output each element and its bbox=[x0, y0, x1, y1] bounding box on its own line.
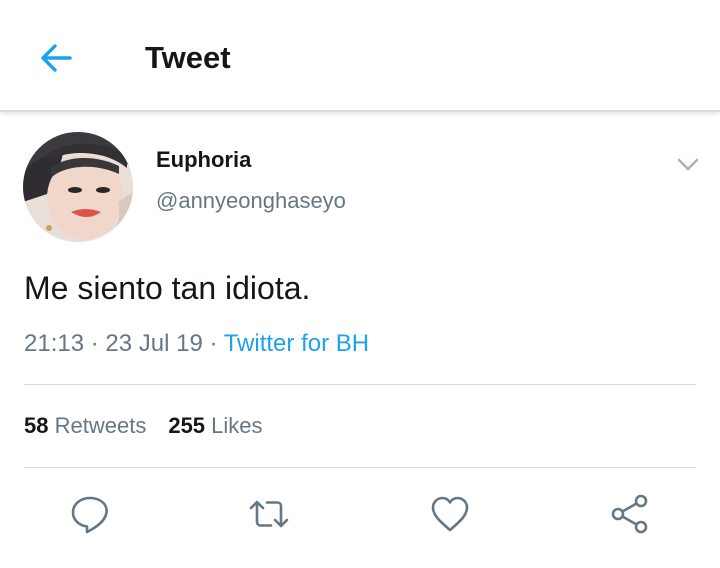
retweet-icon bbox=[249, 500, 289, 528]
top-app-bar: Tweet bbox=[0, 0, 720, 112]
profile-photo bbox=[23, 132, 133, 242]
divider bbox=[24, 384, 696, 385]
page-title: Tweet bbox=[145, 40, 231, 75]
tweet-time: 21:13 bbox=[24, 330, 85, 357]
retweets-stat[interactable]: 58 Retweets bbox=[24, 413, 146, 438]
reply-button[interactable] bbox=[68, 492, 112, 536]
reply-icon bbox=[71, 496, 108, 534]
back-button[interactable] bbox=[36, 38, 76, 78]
author-display-name[interactable]: Euphoria bbox=[156, 147, 251, 173]
retweets-count: 58 bbox=[24, 413, 49, 438]
like-button[interactable] bbox=[428, 492, 472, 536]
tweet-date: 23 Jul 19 bbox=[105, 330, 203, 357]
meta-separator: · bbox=[209, 330, 218, 357]
author-handle[interactable]: @annyeonghaseyo bbox=[156, 188, 346, 214]
retweet-button[interactable] bbox=[247, 492, 291, 536]
arrow-left-icon bbox=[41, 44, 72, 72]
likes-stat[interactable]: 255 Likes bbox=[168, 413, 262, 438]
tweet-source-link[interactable]: Twitter for BH bbox=[224, 330, 369, 357]
meta-separator: · bbox=[90, 330, 99, 357]
divider bbox=[24, 467, 696, 468]
likes-count: 255 bbox=[168, 413, 206, 438]
likes-label: Likes bbox=[211, 413, 263, 438]
tweet-menu-button[interactable] bbox=[674, 150, 702, 178]
share-button[interactable] bbox=[608, 492, 652, 536]
chevron-down-icon bbox=[677, 158, 699, 171]
heart-icon bbox=[431, 496, 469, 532]
share-icon bbox=[611, 494, 648, 534]
tweet-stats: 58 Retweets 255 Likes bbox=[24, 413, 263, 439]
retweets-label: Retweets bbox=[54, 413, 147, 438]
tweet-text: Me siento tan idiota. bbox=[24, 270, 311, 306]
tweet-meta: 21:13 · 23 Jul 19 · Twitter for BH bbox=[24, 330, 369, 358]
avatar[interactable] bbox=[23, 132, 133, 242]
